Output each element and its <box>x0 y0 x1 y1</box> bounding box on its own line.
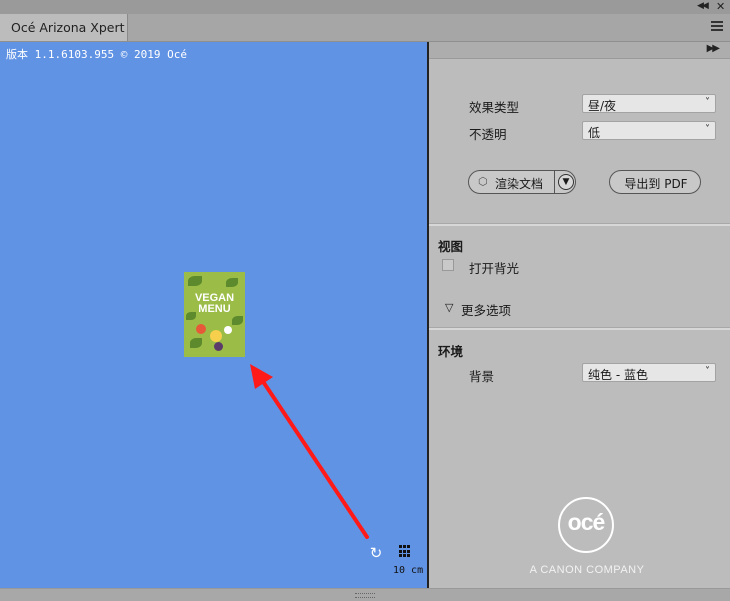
preview-canvas[interactable]: 版本 1.1.6103.955 © 2019 Océ VEGAN MENU ↻ … <box>0 42 427 588</box>
scale-label: 10 cm <box>393 565 424 576</box>
expand-panel-icon[interactable]: ▶▶ <box>707 43 720 54</box>
close-icon[interactable]: ✕ <box>716 0 725 13</box>
tab-oce-arizona-xpert[interactable]: Océ Arizona Xpert <box>0 14 128 41</box>
rotate-icon[interactable]: ↻ <box>368 545 384 561</box>
render-document-button[interactable]: ⬡ 渲染文档 ▼ <box>468 170 576 194</box>
collapse-panel-icon[interactable]: ◀◀ <box>697 1 709 11</box>
grid-icon[interactable] <box>399 545 412 558</box>
render-options-chevron-icon[interactable]: ▼ <box>558 174 574 190</box>
export-pdf-label: 导出到 PDF <box>624 177 688 191</box>
brand-tagline: A CANON COMPANY <box>529 564 645 576</box>
chevron-down-icon: ˅ <box>705 124 710 135</box>
tab-label: Océ Arizona Xpert <box>11 20 125 35</box>
settings-panel: ▶▶ 效果类型 昼/夜 ˅ 不透明 低 ˅ ⬡ 渲染文档 ▼ 导出到 PDF 视… <box>429 42 730 588</box>
effect-type-label: 效果类型 <box>469 100 520 115</box>
tab-bar: Océ Arizona Xpert <box>0 14 730 42</box>
thumbnail-title-menu: MENU <box>198 303 231 315</box>
effect-type-select[interactable]: 昼/夜 ˅ <box>582 94 716 113</box>
view-section-title: 视图 <box>438 239 464 254</box>
environment-section-title: 环境 <box>438 344 464 359</box>
title-strip: ◀◀ ✕ <box>0 0 730 14</box>
chevron-down-icon: ˅ <box>705 366 710 377</box>
version-label: 版本 1.1.6103.955 © 2019 Océ <box>6 48 187 61</box>
backlight-label: 打开背光 <box>469 261 520 276</box>
background-label: 背景 <box>469 369 495 384</box>
export-pdf-button[interactable]: 导出到 PDF <box>609 170 701 194</box>
divider <box>429 327 730 330</box>
more-options-toggle[interactable]: 更多选项 <box>461 300 511 319</box>
opacity-value: 低 <box>588 126 601 140</box>
document-thumbnail[interactable]: VEGAN MENU <box>184 272 245 357</box>
oce-logo-text: océ <box>567 509 606 535</box>
panel-menu-icon[interactable] <box>711 21 723 33</box>
bottom-status-strip <box>0 588 730 601</box>
background-select[interactable]: 纯色 - 蓝色 ˅ <box>582 363 716 382</box>
opacity-select[interactable]: 低 ˅ <box>582 121 716 140</box>
chevron-down-icon: ˅ <box>705 97 710 108</box>
oce-logo: océ <box>558 497 614 553</box>
background-value: 纯色 - 蓝色 <box>588 368 648 382</box>
panel-header: ▶▶ <box>429 42 730 59</box>
effect-type-value: 昼/夜 <box>588 99 617 113</box>
resize-grip-icon[interactable] <box>355 593 375 598</box>
cube-icon: ⬡ <box>478 175 488 188</box>
triangle-down-icon[interactable]: ▽ <box>445 301 453 314</box>
backlight-checkbox[interactable] <box>442 259 454 271</box>
divider <box>429 223 730 226</box>
opacity-label: 不透明 <box>469 127 507 142</box>
render-document-label: 渲染文档 <box>495 177 544 191</box>
